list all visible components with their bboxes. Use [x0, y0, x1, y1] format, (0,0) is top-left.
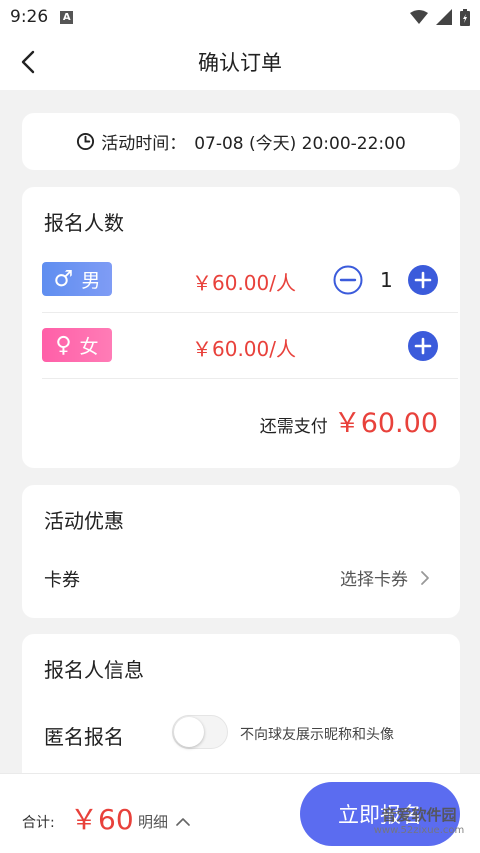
total-label: 还需支付 [259, 417, 328, 437]
chevron-up-icon [176, 817, 190, 826]
activity-time-card: 活动时间： 07-08 (今天) 20:00-22:00 [22, 113, 460, 170]
activity-time-label: 活动时间： [101, 134, 187, 154]
watermark-title: 音爱软件园 [381, 806, 457, 824]
female-price: ￥60.00/人 [192, 337, 296, 361]
signal-icon [436, 9, 452, 25]
promotion-title: 活动优惠 [44, 509, 124, 533]
male-decrease-button[interactable] [333, 265, 363, 295]
male-increase-button[interactable] [408, 265, 438, 295]
status-time: 9:26 [10, 7, 49, 27]
nav-bar: 确认订单 [0, 34, 480, 90]
detail-label: 明细 [138, 813, 169, 831]
divider [42, 378, 458, 379]
chevron-left-icon[interactable] [18, 48, 40, 76]
watermark-logo: 音爱软件园 www.52zixue.com [360, 790, 478, 850]
female-badge: ♀ 女 [42, 328, 112, 362]
registrant-info-card: 报名人信息 匿名报名 不向球友展示昵称和头像 [22, 634, 460, 794]
female-increase-button[interactable] [408, 331, 438, 361]
activity-time-value: 07-08 (今天) 20:00-22:00 [194, 134, 406, 154]
signup-count-title: 报名人数 [44, 211, 124, 235]
wifi-icon [410, 10, 428, 24]
page-title: 确认订单 [198, 51, 282, 75]
anonymous-hint: 不向球友展示昵称和头像 [240, 727, 394, 743]
coupon-label: 卡券 [44, 570, 80, 591]
select-coupon-label: 选择卡券 [340, 570, 408, 590]
female-symbol-icon: ♀ [55, 332, 72, 358]
chevron-right-icon [421, 570, 429, 585]
total-amount: ￥60.00 [333, 408, 438, 439]
anonymous-toggle[interactable] [172, 715, 228, 749]
female-label: 女 [79, 335, 99, 358]
status-bar: 9:26 A [0, 0, 480, 34]
male-label: 男 [81, 269, 101, 292]
anonymous-label: 匿名报名 [44, 725, 124, 749]
promotion-card: 活动优惠 卡券 选择卡券 [22, 485, 460, 618]
status-right-icons [410, 8, 470, 26]
total-row: 还需支付 ￥60.00 [260, 401, 438, 440]
toggle-knob [174, 717, 204, 747]
clock-icon [77, 132, 95, 151]
sum-label: 合计: [22, 815, 55, 831]
male-badge: ♂ 男 [42, 262, 112, 296]
detail-toggle[interactable]: 明细 [138, 811, 190, 832]
signup-count-card: 报名人数 ♂ 男 ￥60.00/人 1 ♀ 女 ￥60.00/人 还需支付 ￥6… [22, 187, 460, 468]
notification-a-icon: A [60, 10, 74, 24]
select-coupon-button[interactable]: 选择卡券 [340, 565, 430, 590]
male-quantity: 1 [380, 268, 393, 292]
male-symbol-icon: ♂ [53, 266, 74, 292]
sum-amount: ￥60 [70, 803, 134, 836]
battery-icon [460, 8, 470, 26]
male-price: ￥60.00/人 [192, 271, 296, 295]
divider [42, 312, 458, 313]
watermark-url: www.52zixue.com [373, 825, 465, 836]
registrant-info-title: 报名人信息 [44, 658, 144, 682]
